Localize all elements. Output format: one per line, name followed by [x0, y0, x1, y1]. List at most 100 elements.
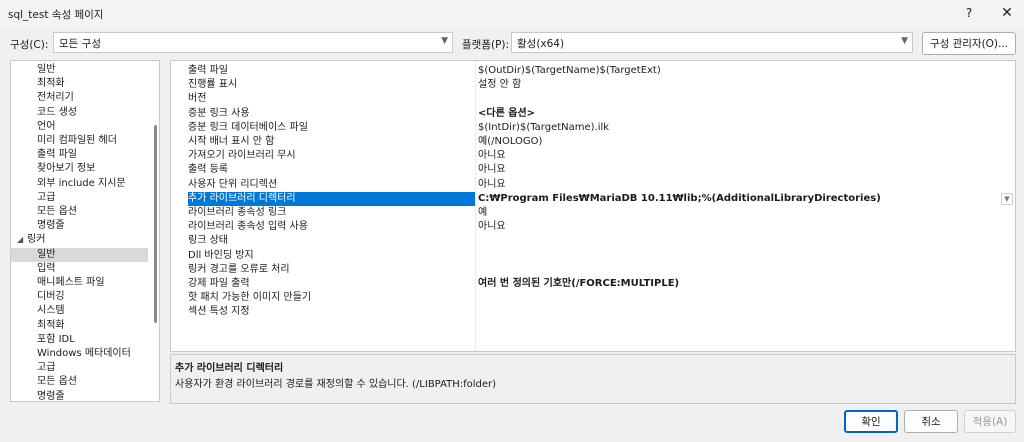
property-value[interactable]: 설정 안 함	[478, 78, 1000, 92]
category-tree[interactable]: 일반 최적화 전처리기 코드 생성 언어 미리 컴파일된 헤더 출력 파일 찾아보기 정보 외부…	[10, 60, 160, 402]
property-value[interactable]	[478, 291, 1000, 305]
tree-item-label: 외부 include 지시문	[37, 177, 126, 189]
property-name: 가져오기 라이브러리 무시	[188, 150, 296, 162]
platform-dropdown[interactable]: 활성(x64) ▼	[511, 32, 913, 53]
property-value[interactable]: 아니요	[478, 149, 1000, 163]
property-row[interactable]: 버전	[171, 92, 1015, 106]
tree-item-label: 찾아보기 정보	[37, 163, 96, 175]
property-name: 섹션 특성 지정	[188, 306, 250, 318]
property-value[interactable]	[478, 234, 1000, 248]
property-value[interactable]: $(IntDir)$(TargetName).ilk	[478, 121, 1000, 135]
configuration-dropdown[interactable]: 모든 구성 ▼	[53, 32, 453, 53]
property-name: 증분 링크 사용	[188, 107, 250, 119]
tree-item[interactable]: 고급	[11, 191, 148, 205]
property-value[interactable]: <다른 옵션>	[478, 107, 1000, 121]
tree-item-label: 명령줄	[37, 390, 65, 402]
tree-item-label: 명령줄	[37, 220, 65, 232]
property-row[interactable]: 추가 라이브러리 디렉터리 C:₩Program Files₩MariaDB 10…	[171, 191, 1015, 206]
platform-value: 활성(x64)	[517, 38, 565, 50]
chevron-down-icon: ▼	[901, 36, 908, 46]
tree-item-label: 모든 옵션	[37, 376, 77, 388]
tree-item[interactable]: 일반	[11, 247, 148, 262]
configuration-value: 모든 구성	[59, 38, 101, 50]
property-value[interactable]: C:₩Program Files₩MariaDB 10.11₩lib;%(Add…	[478, 192, 1000, 206]
tree-item[interactable]: 외부 include 지시문	[11, 177, 148, 191]
tree-item[interactable]: ◢ 링커	[11, 233, 148, 247]
property-value[interactable]	[478, 249, 1000, 263]
tree-item-label: 언어	[37, 120, 56, 132]
property-row[interactable]: 가져오기 라이브러리 무시 아니요	[171, 149, 1015, 163]
tree-item[interactable]: 모든 옵션	[11, 375, 148, 389]
apply-button[interactable]: 적용(A)	[964, 410, 1016, 433]
tree-item[interactable]: Windows 메타데이터	[11, 347, 148, 361]
property-row[interactable]: 라이브러리 종속성 링크 예	[171, 206, 1015, 220]
scrollbar-thumb[interactable]	[154, 125, 157, 323]
close-button[interactable]: ✕	[990, 2, 1024, 24]
tree-item-label: 일반	[37, 248, 56, 260]
configuration-label: 구성(C):	[10, 39, 49, 51]
property-row[interactable]: 출력 등록 아니요	[171, 163, 1015, 177]
property-value[interactable]: 아니요	[478, 220, 1000, 234]
property-value[interactable]: 아니요	[478, 178, 1000, 192]
property-row[interactable]: 라이브러리 종속성 입력 사용 아니요	[171, 220, 1015, 234]
property-row[interactable]: 시작 배너 표시 안 함 예(/NOLOGO)	[171, 135, 1015, 149]
property-row[interactable]: 링커 경고를 오류로 처리	[171, 263, 1015, 277]
property-value[interactable]: $(OutDir)$(TargetName)$(TargetExt)	[478, 64, 1000, 78]
property-row[interactable]: 진행률 표시 설정 안 함	[171, 78, 1015, 92]
property-row[interactable]: 강제 파일 출력 여러 번 정의된 기호만(/FORCE:MULTIPLE)	[171, 277, 1015, 291]
tree-scrollbar[interactable]	[153, 61, 159, 401]
ok-button[interactable]: 확인	[844, 410, 898, 433]
tree-item[interactable]: 명령줄	[11, 219, 148, 233]
configuration-manager-button[interactable]: 구성 관리자(O)...	[922, 32, 1016, 55]
collapse-arrow-icon[interactable]: ◢	[17, 233, 23, 247]
tree-item[interactable]: 출력 파일	[11, 148, 148, 162]
description-text: 사용자가 환경 라이브러리 경로를 재정의할 수 있습니다. (/LIBPATH…	[175, 379, 497, 390]
property-value[interactable]: 예	[478, 206, 1000, 220]
tree-item[interactable]: 최적화	[11, 77, 148, 91]
property-row[interactable]: 링크 상태	[171, 234, 1015, 248]
description-panel: 추가 라이브러리 디렉터리 사용자가 환경 라이브러리 경로를 재정의할 수 있…	[170, 354, 1016, 404]
tree-item[interactable]: 시스템	[11, 304, 148, 318]
property-value[interactable]	[478, 305, 1000, 319]
tree-item[interactable]: 찾아보기 정보	[11, 162, 148, 176]
property-value[interactable]: 아니요	[478, 163, 1000, 177]
tree-item-label: 포함 IDL	[37, 333, 75, 345]
property-row[interactable]: 핫 패치 가능한 이미지 만들기	[171, 291, 1015, 305]
property-row[interactable]: Dll 바인딩 방지	[171, 249, 1015, 263]
tree-item[interactable]: 최적화	[11, 319, 148, 333]
tree-item-label: 디버깅	[37, 291, 65, 303]
property-grid[interactable]: 출력 파일 $(OutDir)$(TargetName)$(TargetExt) 진…	[170, 60, 1016, 352]
tree-item-label: 전처리기	[37, 92, 74, 104]
property-name: 강제 파일 출력	[188, 278, 250, 289]
tree-item-label: Windows 메타데이터	[37, 348, 131, 359]
tree-item[interactable]: 미리 컴파일된 헤더	[11, 134, 148, 148]
tree-item[interactable]: 디버깅	[11, 290, 148, 304]
property-row[interactable]: 섹션 특성 지정	[171, 305, 1015, 319]
tree-item-label: 코드 생성	[37, 106, 77, 118]
help-button[interactable]: ?	[952, 2, 986, 24]
tree-item[interactable]: 포함 IDL	[11, 333, 148, 347]
tree-item[interactable]: 언어	[11, 120, 148, 134]
property-row[interactable]: 증분 링크 데이터베이스 파일 $(IntDir)$(TargetName).il…	[171, 121, 1015, 135]
property-name: 사용자 단위 리디렉션	[188, 178, 278, 190]
tree-item[interactable]: 매니페스트 파일	[11, 276, 148, 290]
cancel-button[interactable]: 취소	[904, 410, 958, 433]
property-name: 링커 경고를 오류로 처리	[188, 263, 290, 275]
tree-item[interactable]: 일반	[11, 63, 148, 77]
property-value[interactable]	[478, 92, 1000, 106]
property-name: 증분 링크 데이터베이스 파일	[188, 121, 308, 133]
value-dropdown-button[interactable]: ▼	[1001, 192, 1013, 205]
tree-item[interactable]: 고급	[11, 361, 148, 375]
property-row[interactable]: 출력 파일 $(OutDir)$(TargetName)$(TargetExt)	[171, 64, 1015, 78]
property-value[interactable]	[478, 263, 1000, 277]
tree-item[interactable]: 입력	[11, 262, 148, 276]
property-value[interactable]: 예(/NOLOGO)	[478, 135, 1000, 149]
description-title: 추가 라이브러리 디렉터리	[175, 363, 284, 374]
tree-item[interactable]: 전처리기	[11, 91, 148, 105]
tree-item[interactable]: 모든 옵션	[11, 205, 148, 219]
property-row[interactable]: 사용자 단위 리디렉션 아니요	[171, 178, 1015, 192]
property-value[interactable]: 여러 번 정의된 기호만(/FORCE:MULTIPLE)	[478, 277, 1000, 291]
tree-item[interactable]: 코드 생성	[11, 106, 148, 120]
property-row[interactable]: 증분 링크 사용 <다른 옵션>	[171, 107, 1015, 121]
tree-item[interactable]: 명령줄	[11, 390, 148, 402]
